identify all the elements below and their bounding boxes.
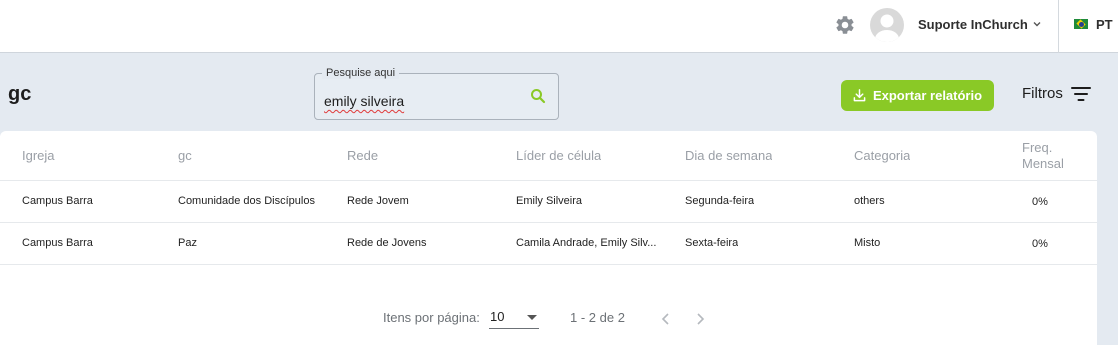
divider	[1058, 0, 1059, 53]
filters-label: Filtros	[1022, 85, 1063, 102]
cell-igreja: Campus Barra	[22, 195, 93, 207]
search-label: Pesquise aqui	[322, 67, 400, 79]
export-report-label: Exportar relatório	[872, 88, 983, 103]
dropdown-caret-icon	[527, 315, 537, 320]
divider	[0, 180, 1097, 181]
column-header-freq[interactable]: Freq.	[1022, 140, 1052, 155]
divider	[0, 222, 1097, 223]
column-header-lider[interactable]: Líder de célula	[516, 148, 601, 163]
brazil-flag-icon[interactable]	[1074, 19, 1088, 29]
export-report-button[interactable]: Exportar relatório	[841, 80, 994, 111]
cell-igreja: Campus Barra	[22, 237, 93, 249]
divider	[0, 264, 1097, 265]
cell-freq: 0%	[1032, 196, 1048, 208]
cell-dia: Segunda-feira	[685, 195, 755, 207]
cell-categoria: Misto	[854, 237, 881, 249]
items-per-page-value: 10	[490, 309, 505, 324]
user-name[interactable]: Suporte InChurch	[918, 17, 1028, 32]
chevron-right-icon[interactable]	[693, 311, 707, 327]
search-input-value: emily silveira	[324, 93, 405, 109]
filters-button[interactable]: Filtros	[1022, 85, 1091, 102]
search-icon[interactable]	[530, 88, 546, 104]
chevron-left-icon[interactable]	[659, 311, 673, 327]
cell-gc: Comunidade dos Discípulos	[178, 195, 315, 207]
column-header-rede[interactable]: Rede	[347, 148, 378, 163]
download-icon	[853, 89, 866, 102]
items-per-page-select[interactable]: 10	[489, 308, 539, 329]
cell-rede: Rede de Jovens	[347, 237, 427, 249]
column-header-dia[interactable]: Dia de semana	[685, 148, 772, 163]
cell-dia: Sexta-feira	[685, 237, 739, 249]
gear-icon[interactable]	[834, 14, 856, 36]
filter-icon	[1070, 86, 1091, 101]
results-table: Igreja gc Rede Líder de célula Dia de se…	[0, 131, 1097, 345]
items-per-page-label: Itens por página:	[383, 310, 480, 325]
column-header-gc[interactable]: gc	[178, 148, 192, 163]
search-input[interactable]: emily silveira	[324, 93, 519, 109]
top-bar: Suporte InChurch PT	[0, 0, 1118, 53]
cell-lider: Emily Silveira	[516, 195, 583, 207]
chevron-down-icon[interactable]	[1032, 19, 1042, 29]
cell-rede: Rede Jovem	[347, 195, 409, 207]
column-header-categoria[interactable]: Categoria	[854, 148, 910, 163]
cell-lider: Camila Andrade, Emily Silv...	[516, 237, 657, 249]
cell-freq: 0%	[1032, 238, 1048, 250]
page-title: gc	[8, 83, 32, 105]
column-header-igreja[interactable]: Igreja	[22, 148, 55, 163]
column-header-mensal[interactable]: Mensal	[1022, 156, 1064, 171]
cell-gc: Paz	[178, 237, 197, 249]
user-avatar-icon[interactable]	[870, 8, 904, 42]
cell-categoria: others	[854, 195, 885, 207]
language-selector[interactable]: PT	[1096, 17, 1113, 32]
pagination-range: 1 - 2 de 2	[570, 310, 625, 325]
